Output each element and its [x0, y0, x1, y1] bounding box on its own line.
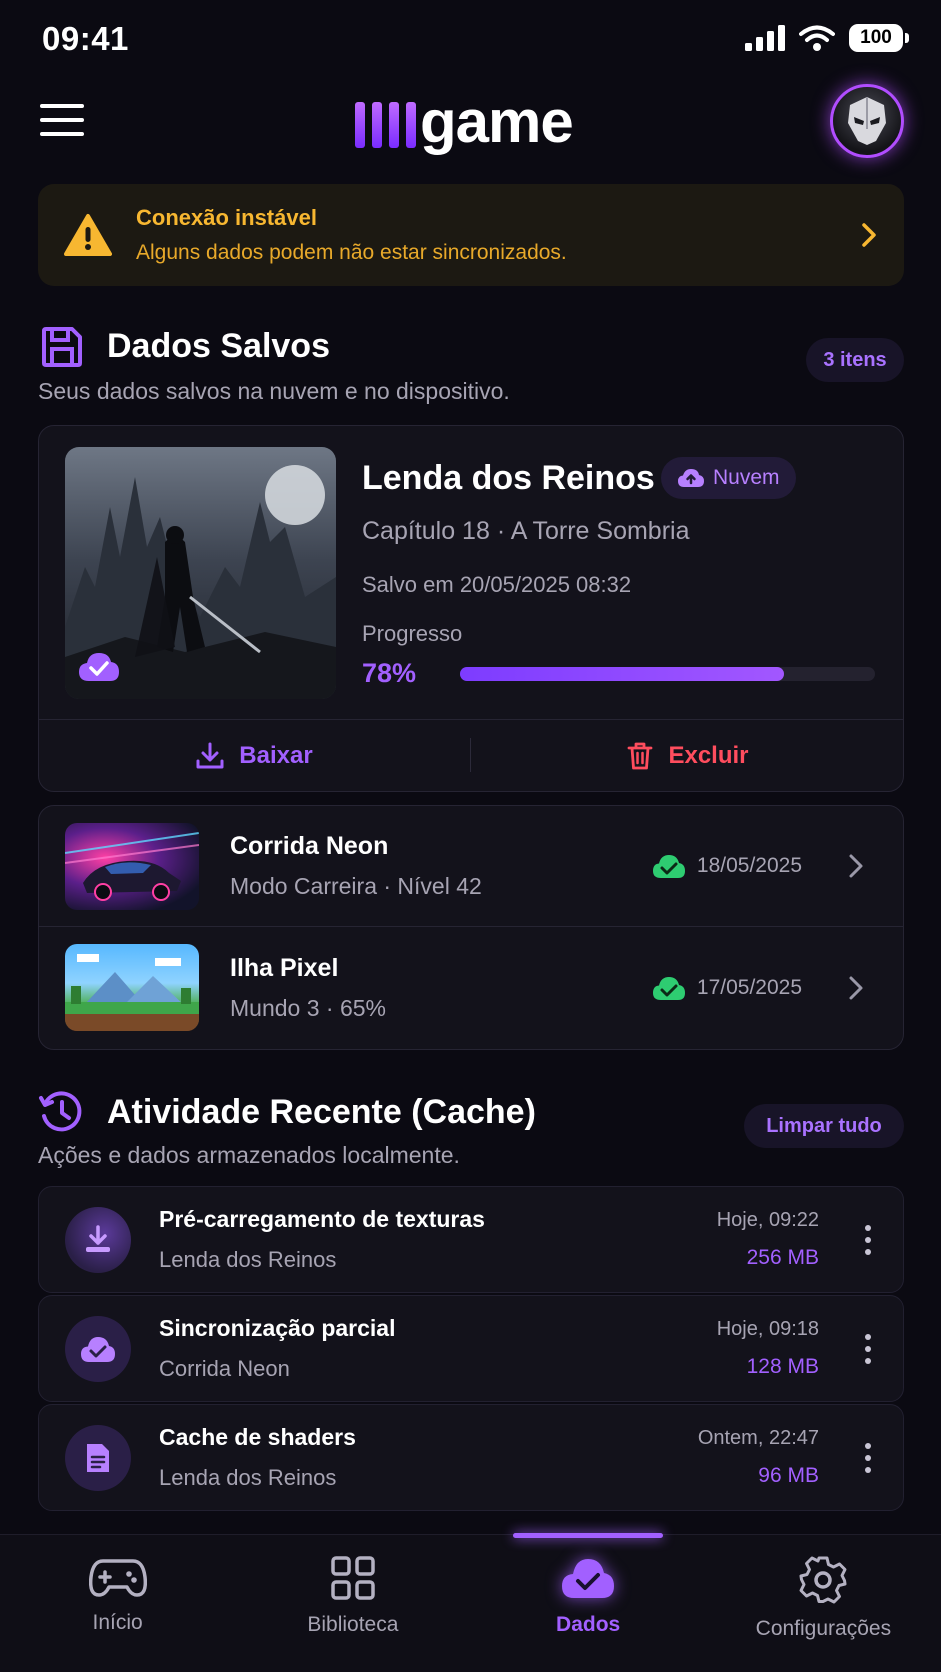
save-list-item-ilha-pixel[interactable]: Ilha Pixel Mundo 3 · 65% 17/05/2025 — [38, 927, 904, 1048]
cache-time: Hoje, 09:22 — [716, 1209, 819, 1231]
cloud-upload-icon — [678, 469, 704, 487]
game-cover-corrida-neon — [65, 822, 199, 910]
logo-bars-icon — [355, 102, 416, 148]
cache-title: Cache de shaders — [159, 1424, 356, 1450]
nav-configuracoes[interactable]: Configurações — [706, 1535, 941, 1672]
cache-item-icon — [65, 1315, 131, 1382]
warning-icon — [64, 214, 112, 256]
grid-icon — [331, 1556, 375, 1600]
floppy-disk-icon — [42, 327, 82, 367]
trash-icon — [628, 742, 653, 770]
delete-button[interactable]: Excluir — [471, 720, 904, 792]
battery-indicator: 100 — [849, 24, 909, 52]
warning-title: Conexão instável — [136, 205, 317, 230]
cache-item-icon — [65, 1206, 131, 1273]
save-date: 17/05/2025 — [696, 975, 802, 999]
main-save-timestamp: Salvo em 20/05/2025 08:32 — [362, 572, 632, 597]
cache-item-icon — [65, 1424, 131, 1491]
cache-time: Hoje, 09:18 — [716, 1318, 819, 1340]
saved-section-title: Dados Salvos — [107, 327, 330, 365]
more-options-icon[interactable] — [859, 1328, 877, 1370]
cache-size: 128 MB — [746, 1355, 819, 1378]
save-subtitle: Mundo 3 · 65% — [230, 994, 386, 1021]
save-list-item-corrida-neon[interactable]: Corrida Neon Modo Carreira · Nível 42 18… — [38, 806, 904, 926]
masked-avatar-icon — [848, 97, 886, 145]
progress-bar-fill — [460, 667, 784, 681]
cloud-check-icon — [652, 855, 685, 878]
progress-label: Progresso — [362, 621, 463, 646]
cache-title: Sincronização parcial — [159, 1315, 396, 1341]
download-button[interactable]: Baixar — [38, 720, 470, 792]
menu-button[interactable] — [40, 100, 84, 140]
cache-game: Corrida Neon — [159, 1356, 290, 1381]
download-icon — [86, 1224, 110, 1252]
delete-label: Excluir — [668, 742, 749, 769]
status-icons: 100 — [745, 24, 909, 52]
signal-icon — [745, 25, 785, 51]
cache-item[interactable]: Sincronização parcial Corrida Neon Hoje,… — [38, 1295, 904, 1402]
saved-count-badge: 3 itens — [806, 338, 904, 382]
hamburger-menu-icon — [40, 104, 84, 108]
cache-time: Ontem, 22:47 — [697, 1427, 819, 1449]
cloud-tag: Nuvem — [661, 457, 796, 499]
logo-text: game — [420, 88, 574, 155]
status-time: 09:41 — [42, 20, 129, 57]
cloud-check-icon — [562, 1559, 615, 1598]
main-save-chapter: Capítulo 18 · A Torre Sombria — [362, 517, 690, 545]
connection-warning-banner[interactable]: Conexão instável Alguns dados podem não … — [38, 184, 904, 286]
nav-inicio[interactable]: Início — [0, 1535, 235, 1672]
nav-label: Dados — [556, 1613, 621, 1636]
nav-dados[interactable]: Dados — [471, 1533, 706, 1672]
save-subtitle: Modo Carreira · Nível 42 — [230, 873, 482, 899]
bottom-navigation: Início Biblioteca Dados Configurações — [0, 1533, 941, 1672]
save-title: Corrida Neon — [230, 832, 389, 860]
activity-section-title: Atividade Recente (Cache) — [107, 1093, 536, 1131]
progress-value: 78% — [362, 658, 417, 688]
chevron-right-icon — [862, 223, 876, 247]
gear-icon — [799, 1556, 847, 1604]
cache-game: Lenda dos Reinos — [159, 1465, 337, 1490]
more-options-icon[interactable] — [859, 1219, 877, 1261]
clear-all-button[interactable]: Limpar tudo — [744, 1104, 904, 1148]
download-label: Baixar — [239, 742, 313, 769]
cache-game: Lenda dos Reinos — [159, 1247, 337, 1272]
warning-message: Alguns dados podem não estar sincronizad… — [136, 241, 567, 264]
active-tab-indicator — [513, 1533, 664, 1538]
saved-section-subtitle: Seus dados salvos na nuvem e no disposit… — [38, 378, 510, 404]
cache-item[interactable]: Pré-carregamento de texturas Lenda dos R… — [38, 1186, 904, 1293]
cloud-tag-label: Nuvem — [713, 466, 780, 489]
save-date: 18/05/2025 — [696, 854, 802, 877]
game-cover-ilha-pixel — [65, 944, 199, 1031]
main-save-title: Lenda dos Reinos — [362, 459, 655, 497]
cloud-check-icon — [81, 1336, 115, 1362]
nav-label: Configurações — [755, 1617, 892, 1640]
chevron-right-icon — [849, 976, 863, 999]
download-icon — [196, 742, 224, 769]
cache-title: Pré-carregamento de texturas — [159, 1206, 485, 1232]
cache-item[interactable]: Cache de shaders Lenda dos Reinos Ontem,… — [38, 1404, 904, 1511]
cloud-check-icon — [79, 653, 119, 681]
nav-label: Início — [92, 1611, 143, 1634]
more-options-icon[interactable] — [859, 1437, 877, 1479]
app-logo: game — [355, 82, 574, 155]
nav-label: Biblioteca — [307, 1613, 399, 1636]
wifi-icon — [799, 25, 835, 51]
cache-size: 256 MB — [746, 1246, 819, 1269]
history-clock-icon — [39, 1091, 82, 1132]
avatar[interactable] — [830, 84, 904, 158]
save-title: Ilha Pixel — [230, 953, 339, 982]
gamepad-icon — [88, 1559, 147, 1597]
progress-bar — [460, 667, 875, 681]
activity-section-subtitle: Ações e dados armazenados localmente. — [38, 1142, 460, 1168]
cloud-check-icon — [652, 976, 685, 1000]
nav-biblioteca[interactable]: Biblioteca — [235, 1535, 470, 1672]
chevron-right-icon — [849, 854, 863, 878]
cache-size: 96 MB — [758, 1464, 819, 1487]
document-icon — [87, 1443, 109, 1472]
